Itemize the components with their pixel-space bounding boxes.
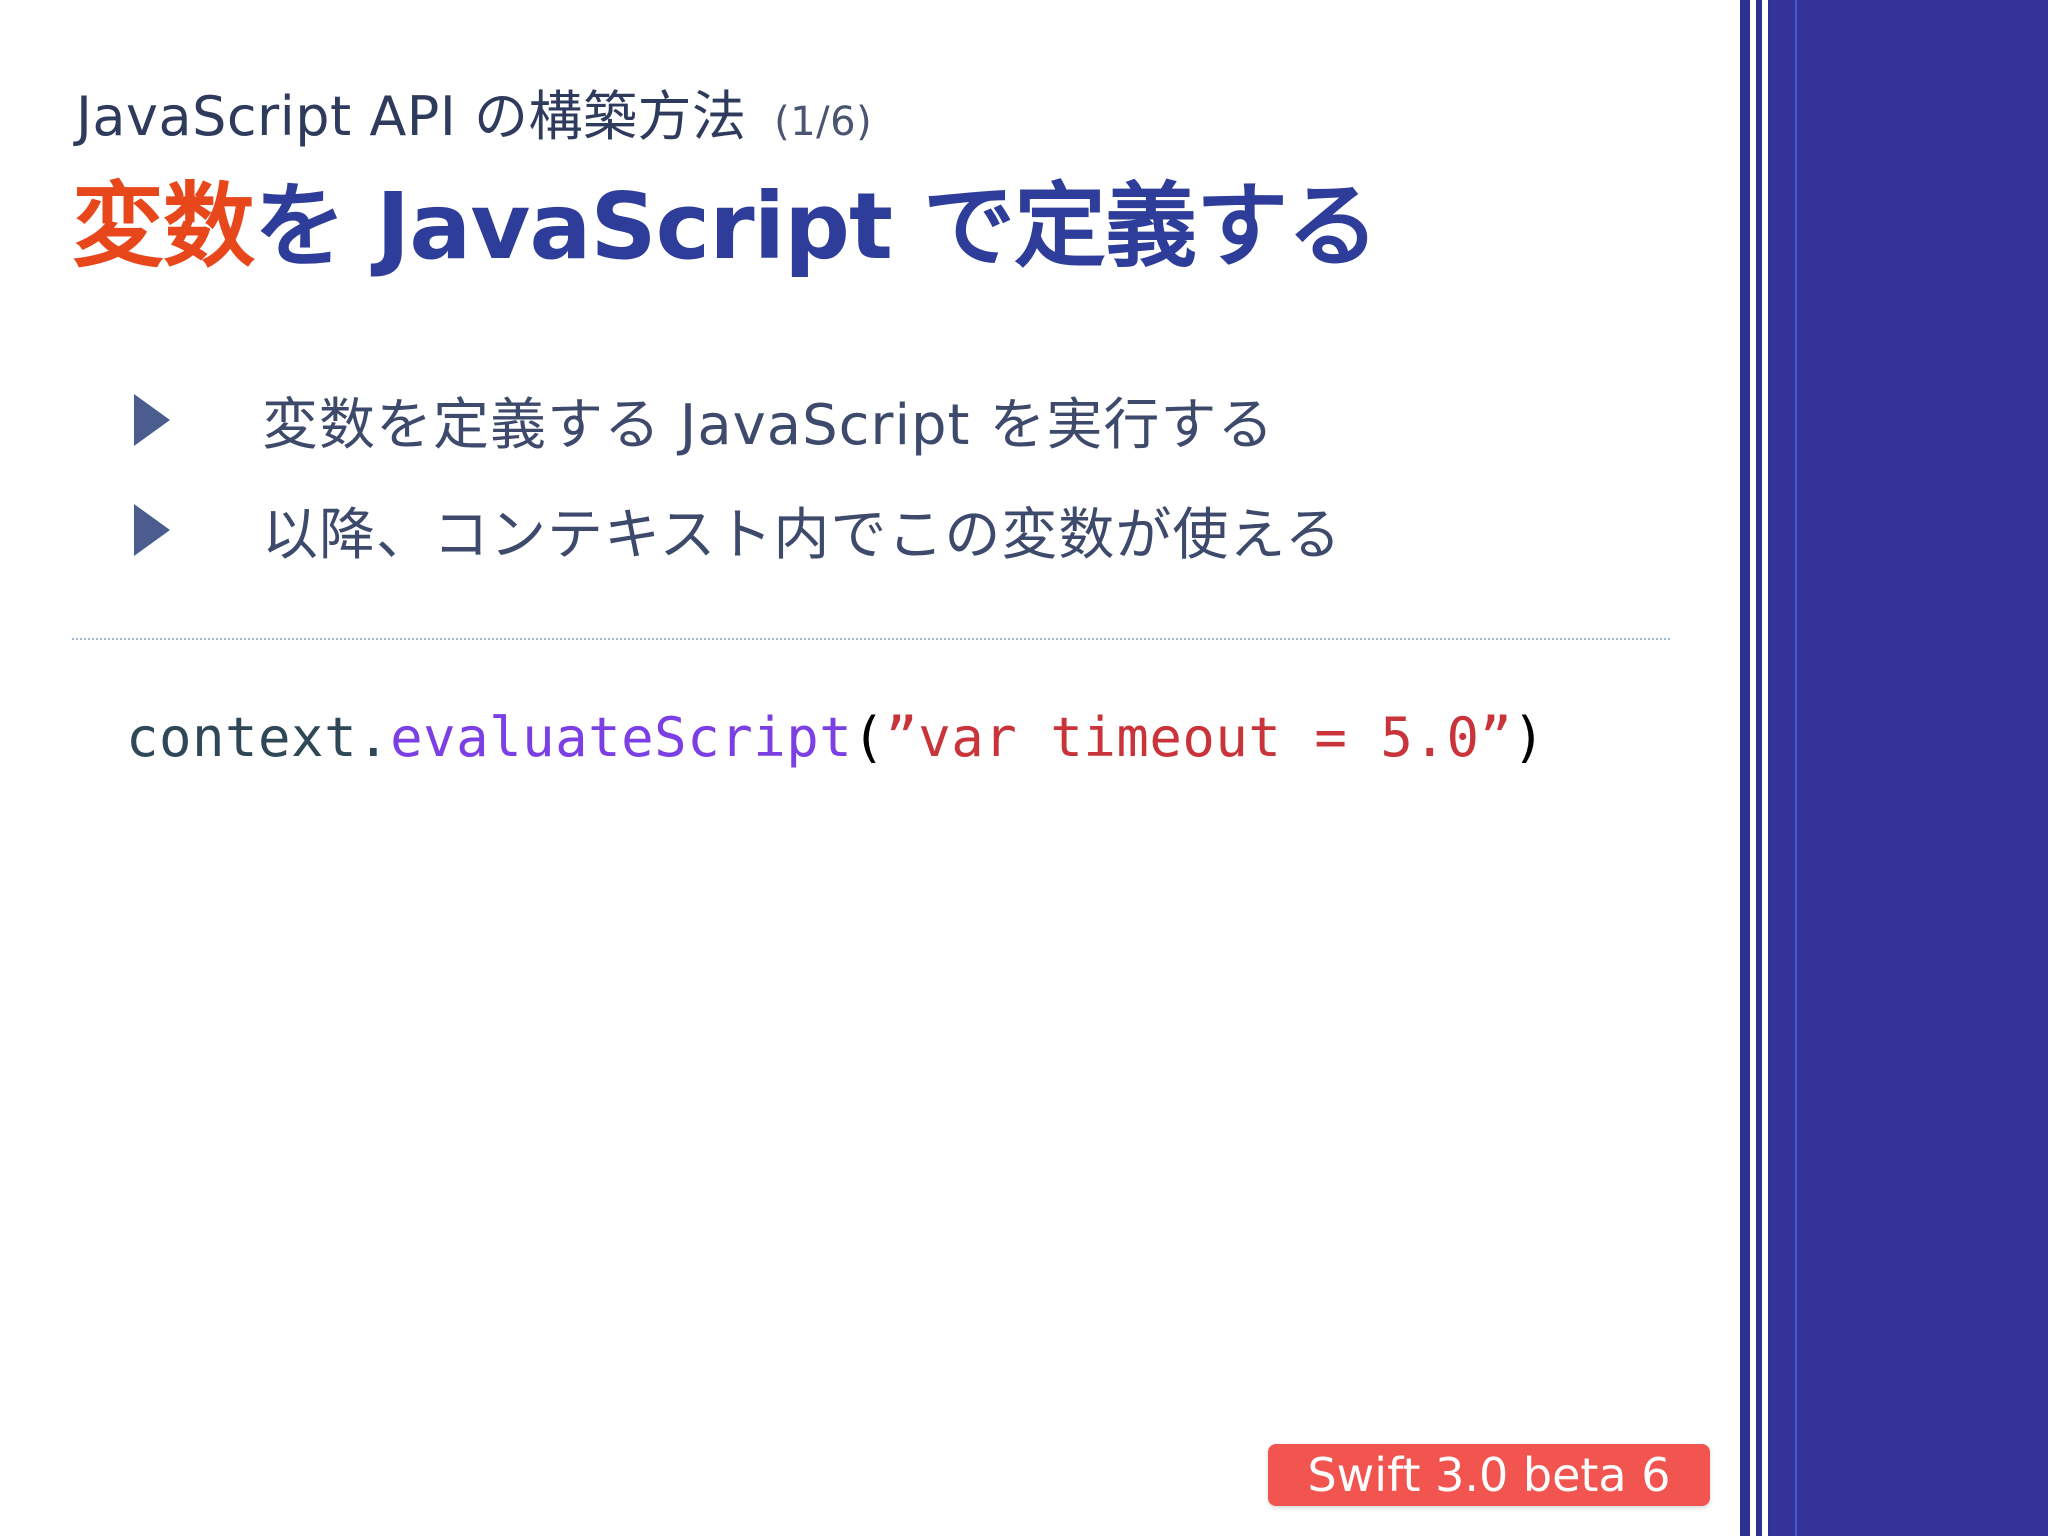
- slide-title: 変数を JavaScript で定義する: [72, 152, 1379, 285]
- sidebar-stripe: [1795, 0, 1797, 1536]
- bullet-text: 変数を定義する JavaScript を実行する: [262, 392, 1275, 458]
- code-receiver: context: [126, 706, 358, 769]
- code-method: evaluateScript: [390, 706, 853, 769]
- bullet-text: 以降、コンテキスト内でこの変数が使える: [262, 502, 1342, 568]
- code-close-paren: ): [1512, 706, 1546, 769]
- page-indicator: (1/6): [774, 99, 873, 145]
- dotted-divider: [72, 638, 1670, 640]
- triangle-right-icon: [134, 504, 170, 556]
- bullet-item: 変数を定義する JavaScript を実行する: [130, 365, 1342, 475]
- version-badge: Swift 3.0 beta 6: [1268, 1444, 1710, 1506]
- code-open-paren: (: [852, 706, 886, 769]
- slide: JavaScript API の構築方法 (1/6) 変数を JavaScrip…: [0, 0, 2048, 1536]
- title-accent: 変数: [72, 173, 255, 280]
- bullet-list: 変数を定義する JavaScript を実行する 以降、コンテキスト内でこの変数…: [130, 365, 1342, 585]
- bullet-item: 以降、コンテキスト内でこの変数が使える: [130, 475, 1342, 585]
- code-snippet: context.evaluateScript(”var timeout = 5.…: [126, 706, 1546, 769]
- code-string-literal: ”var timeout = 5.0”: [885, 706, 1513, 769]
- sidebar-stripe: [1740, 0, 1750, 1536]
- code-dot: .: [357, 706, 391, 769]
- title-main: を JavaScript で定義する: [254, 173, 1379, 280]
- triangle-right-icon: [134, 394, 170, 446]
- sidebar-decoration: [1740, 0, 2048, 1536]
- subtitle-text: JavaScript API の構築方法: [76, 85, 747, 148]
- slide-subtitle: JavaScript API の構築方法 (1/6): [76, 72, 872, 151]
- sidebar-stripe: [1768, 0, 1771, 1536]
